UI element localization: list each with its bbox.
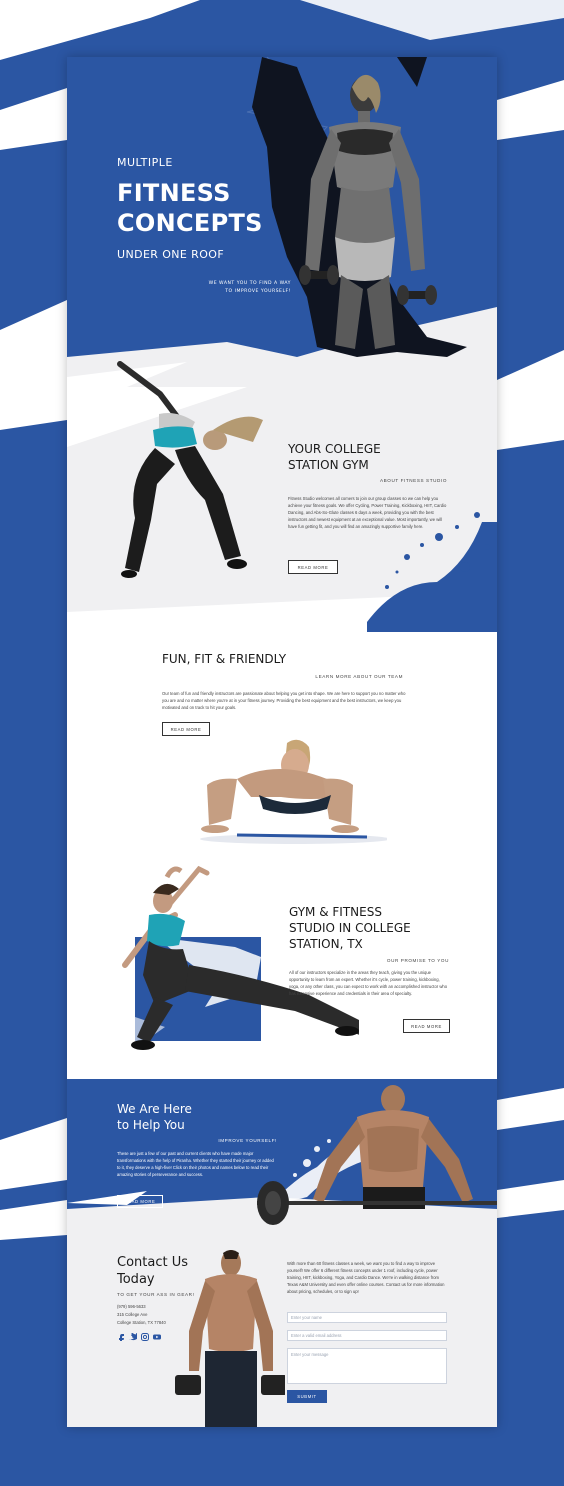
contact-address-1: 315 College Ave bbox=[117, 1312, 148, 1317]
studio-read-more-button[interactable]: READ MORE bbox=[403, 1019, 450, 1033]
team-eyebrow: LEARN MORE ABOUT OUR TEAM bbox=[315, 674, 403, 679]
message-textarea[interactable]: Enter your message bbox=[287, 1348, 447, 1384]
help-read-more-button[interactable]: READ MORE bbox=[117, 1195, 163, 1208]
email-input[interactable]: Enter a valid email address bbox=[287, 1330, 447, 1341]
team-title: FUN, FIT & FRIENDLY bbox=[162, 652, 287, 666]
hero-tagline-2: TO IMPROVE YOURSELF! bbox=[225, 289, 291, 294]
about-eyebrow: ABOUT FITNESS STUDIO bbox=[379, 478, 447, 483]
hero-line-3: CONCEPTS bbox=[117, 209, 263, 237]
pushup-athlete-image bbox=[200, 739, 387, 844]
name-input[interactable]: Enter your name bbox=[287, 1312, 447, 1323]
dumbbell-athlete-image bbox=[175, 1250, 285, 1427]
facebook-icon[interactable] bbox=[117, 1333, 125, 1341]
stretching-athlete-image bbox=[122, 865, 359, 1050]
studio-title-2: STUDIO IN COLLEGE bbox=[289, 921, 411, 935]
team-body: Our team of fun and friendly instructors… bbox=[162, 691, 406, 710]
youtube-icon[interactable] bbox=[153, 1333, 161, 1341]
studio-eyebrow: OUR PROMISE TO YOU bbox=[386, 958, 449, 963]
about-title-1: YOUR COLLEGE bbox=[288, 442, 381, 456]
help-title-2: to Help You bbox=[117, 1118, 185, 1132]
instagram-icon[interactable] bbox=[141, 1333, 149, 1341]
contact-intro: With more than 60 fitness classes a week… bbox=[287, 1261, 445, 1294]
about-title-2: STATION GYM bbox=[288, 458, 369, 472]
studio-body: All of our instructors specialize in the… bbox=[289, 970, 448, 996]
team-read-more-button[interactable]: READ MORE bbox=[162, 722, 210, 736]
help-eyebrow: IMPROVE YOURSELF! bbox=[218, 1138, 277, 1143]
hero-line-4: UNDER ONE ROOF bbox=[117, 248, 225, 261]
about-read-more-button[interactable]: READ MORE bbox=[288, 560, 338, 574]
contact-title-2: Today bbox=[117, 1272, 155, 1287]
landing-page: MULTIPLE FITNESS CONCEPTS UNDER ONE ROOF… bbox=[67, 57, 497, 1427]
contact-phone: (979) 596-5633 bbox=[117, 1304, 146, 1309]
contact-eyebrow: TO GET YOUR ASS IN GEAR! bbox=[117, 1292, 195, 1297]
submit-button[interactable]: SUBMIT bbox=[287, 1390, 327, 1403]
help-body: These are just a few of our past and cur… bbox=[117, 1151, 274, 1177]
about-body: Fitness Studio welcomes all comers to jo… bbox=[288, 496, 447, 529]
jumping-athlete-image bbox=[117, 361, 263, 578]
help-title-1: We Are Here bbox=[117, 1102, 192, 1116]
twitter-icon[interactable] bbox=[129, 1333, 137, 1341]
social-links bbox=[117, 1333, 161, 1341]
studio-title-3: STATION, TX bbox=[289, 937, 363, 951]
hero-line-1: MULTIPLE bbox=[117, 156, 173, 169]
contact-address-2: College Station, TX 77840 bbox=[117, 1320, 166, 1325]
hero-line-2: FITNESS bbox=[117, 179, 231, 207]
contact-title-1: Contact Us bbox=[117, 1255, 188, 1270]
hero-tagline-1: WE WANT YOU TO FIND A WAY bbox=[208, 281, 291, 286]
studio-title-1: GYM & FITNESS bbox=[289, 905, 382, 919]
